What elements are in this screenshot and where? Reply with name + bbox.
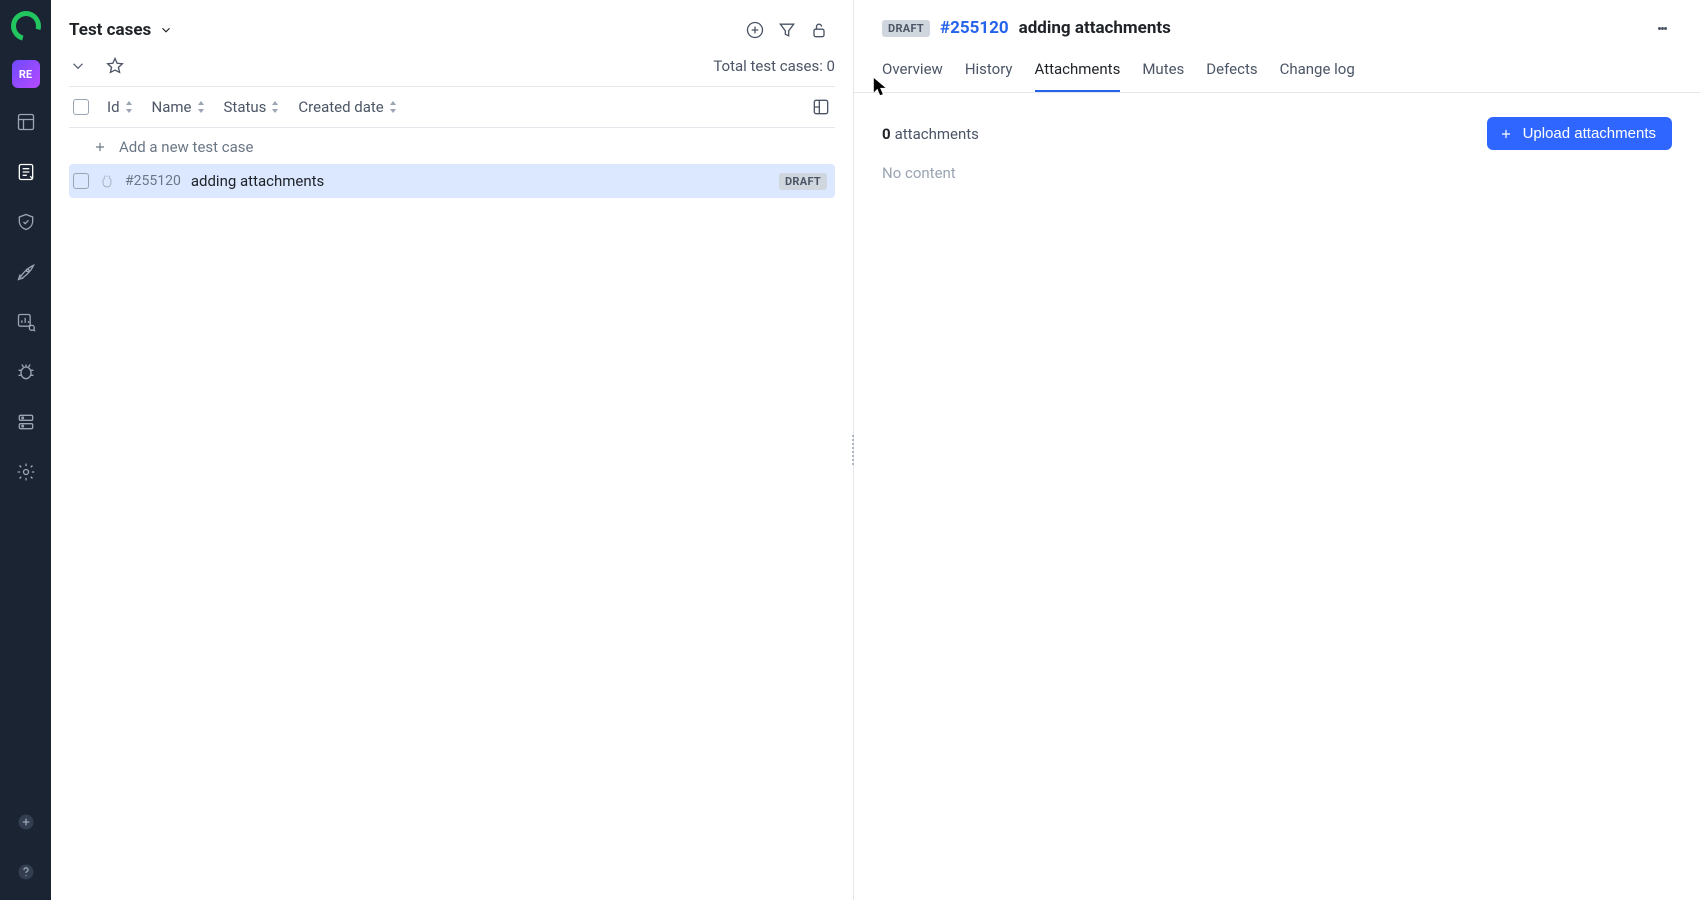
table-row[interactable]: #255120 adding attachments DRAFT (69, 164, 835, 198)
plus-icon (1499, 127, 1513, 141)
pane-header: Test cases (51, 0, 853, 48)
tab-defects[interactable]: Defects (1206, 60, 1257, 92)
attachments-count: 0attachments (882, 125, 979, 143)
collapse-all-button[interactable] (69, 57, 87, 75)
tab-overview[interactable]: Overview (882, 60, 943, 92)
nav-create[interactable] (10, 806, 42, 838)
analytics-icon (16, 312, 36, 332)
sort-icon (196, 101, 206, 113)
nav-analytics[interactable] (10, 306, 42, 338)
detail-pane: DRAFT #255120 adding attachments Overvie… (854, 0, 1700, 900)
favorite-button[interactable] (105, 56, 125, 76)
column-name[interactable]: Name (152, 98, 206, 116)
columns-icon (811, 97, 831, 117)
test-case-id: #255120 (125, 173, 181, 189)
tab-history[interactable]: History (965, 60, 1013, 92)
star-icon (105, 56, 125, 76)
nav-settings[interactable] (10, 456, 42, 488)
select-all-checkbox[interactable] (73, 99, 89, 115)
app-logo[interactable] (10, 10, 42, 42)
page-title: Test cases (69, 20, 151, 40)
attachments-toolbar: 0attachments Upload attachments (854, 93, 1700, 150)
nav-environments[interactable] (10, 406, 42, 438)
bug-icon (16, 362, 36, 382)
test-case-name: adding attachments (191, 172, 324, 190)
nav-dashboards[interactable] (10, 106, 42, 138)
lock-open-icon (809, 20, 829, 40)
sort-icon (124, 101, 134, 113)
nav-test-plans[interactable] (10, 206, 42, 238)
add-test-case-input[interactable]: Add a new test case (51, 128, 853, 164)
tab-attachments[interactable]: Attachments (1035, 60, 1121, 92)
tab-mutes[interactable]: Mutes (1142, 60, 1184, 92)
nav-help[interactable] (10, 856, 42, 888)
status-badge: DRAFT (779, 173, 827, 190)
test-cases-pane: Test cases T (51, 0, 854, 900)
sort-icon (388, 101, 398, 113)
main-split: Test cases T (51, 0, 1700, 900)
nav-launches[interactable] (10, 256, 42, 288)
grab-icon (99, 173, 115, 189)
total-count-label: Total test cases: 0 (713, 57, 835, 75)
lock-button[interactable] (803, 14, 835, 46)
detail-header: DRAFT #255120 adding attachments (854, 0, 1700, 46)
detail-id[interactable]: #255120 (940, 18, 1009, 38)
chevron-down-icon (69, 57, 87, 75)
gear-icon (16, 462, 36, 482)
column-id[interactable]: Id (107, 98, 134, 116)
create-button[interactable] (739, 14, 771, 46)
tab-change-log[interactable]: Change log (1280, 60, 1355, 92)
detail-tabs: Overview History Attachments Mutes Defec… (854, 46, 1700, 93)
filter-button[interactable] (771, 14, 803, 46)
columns-config-button[interactable] (811, 97, 831, 117)
logo-icon (5, 6, 46, 47)
nav-test-cases[interactable] (10, 156, 42, 188)
drag-handle[interactable] (99, 173, 115, 189)
detail-title: adding attachments (1019, 18, 1171, 38)
column-created-date[interactable]: Created date (298, 98, 397, 116)
help-icon (16, 862, 36, 882)
filter-icon (777, 20, 797, 40)
status-badge: DRAFT (882, 20, 930, 37)
table-header: Id Name Status Created date (69, 86, 835, 128)
nav-defects[interactable] (10, 356, 42, 388)
rocket-icon (16, 262, 36, 282)
nav-rail: RE (0, 0, 51, 900)
empty-state: No content (854, 150, 1700, 196)
user-avatar[interactable]: RE (12, 60, 40, 88)
server-icon (16, 412, 36, 432)
plus-circle-icon (745, 20, 765, 40)
upload-label: Upload attachments (1523, 125, 1656, 142)
plus-icon (93, 140, 107, 154)
more-actions-button[interactable] (1648, 14, 1676, 42)
sub-toolbar: Total test cases: 0 (51, 48, 853, 86)
page-title-dropdown[interactable]: Test cases (69, 20, 173, 40)
upload-attachments-button[interactable]: Upload attachments (1487, 117, 1672, 150)
plus-circle-icon (16, 812, 36, 832)
test-cases-icon (16, 162, 36, 182)
dashboard-icon (16, 112, 36, 132)
add-placeholder: Add a new test case (119, 138, 253, 156)
row-checkbox[interactable] (73, 173, 89, 189)
shield-check-icon (16, 212, 36, 232)
chevron-down-icon (159, 23, 173, 37)
column-status[interactable]: Status (224, 98, 281, 116)
sort-icon (270, 101, 280, 113)
